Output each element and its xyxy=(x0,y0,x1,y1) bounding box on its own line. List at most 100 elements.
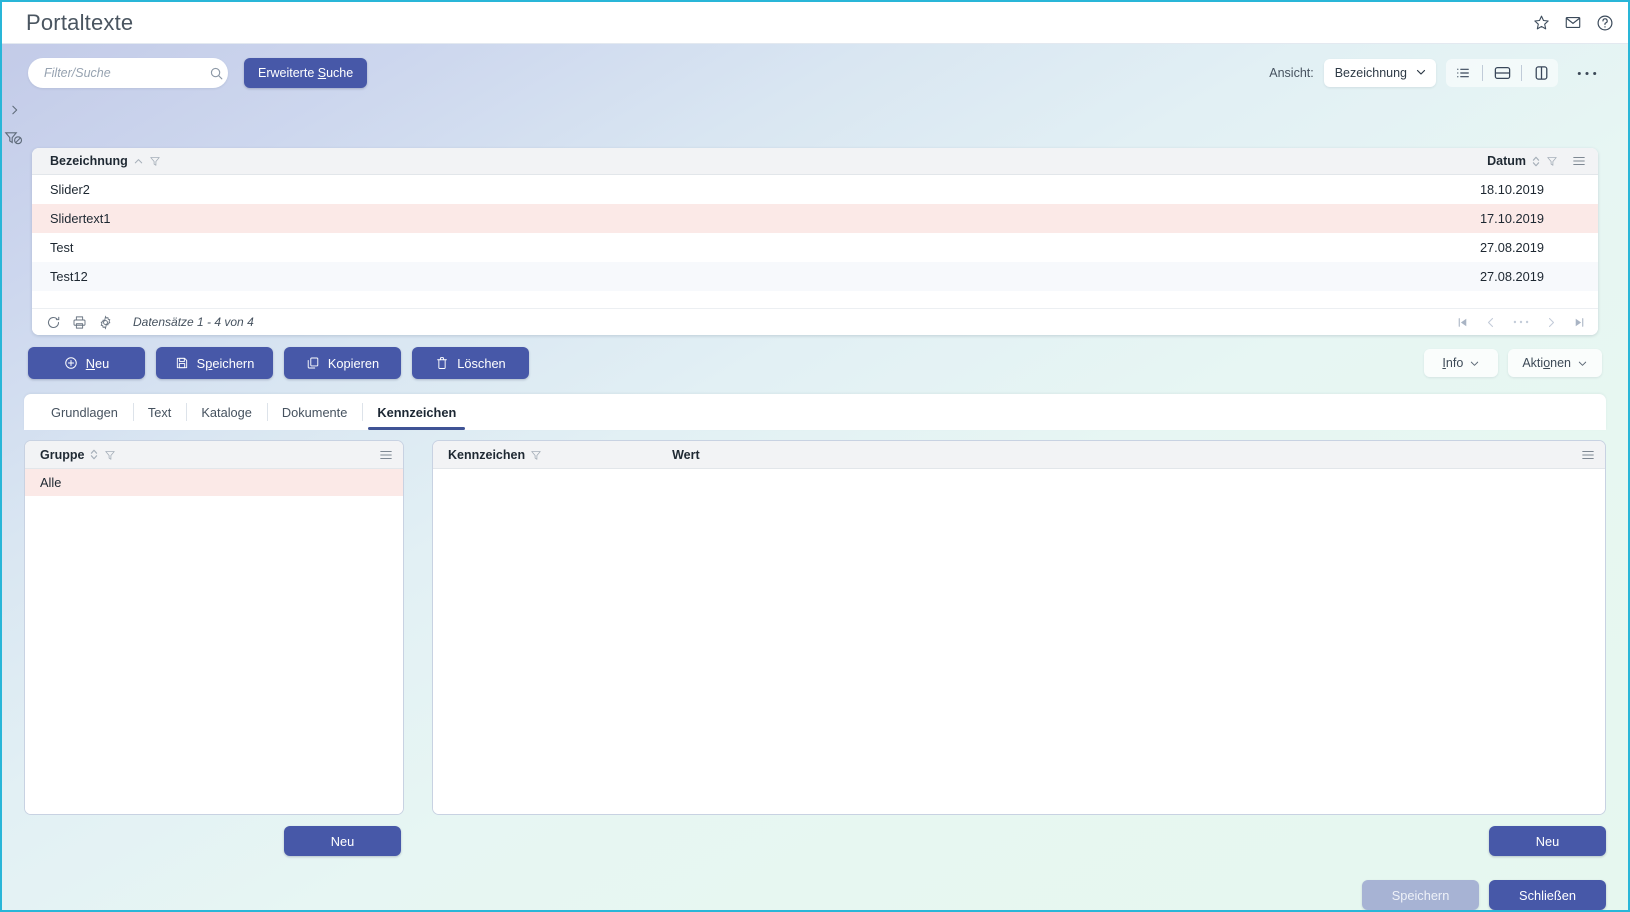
mail-icon[interactable] xyxy=(1564,14,1582,31)
advanced-search-label: Erweiterte Suche xyxy=(258,66,354,80)
grid-header-row: Bezeichnung Datum xyxy=(32,148,1598,175)
filter-icon[interactable] xyxy=(104,449,116,461)
search-icon[interactable] xyxy=(209,66,224,81)
copy-button-label: Kopieren xyxy=(327,355,380,371)
kennzeichen-column-label: Kennzeichen xyxy=(448,447,526,462)
tab-grundlagen-label: Grundlagen xyxy=(51,404,118,420)
titlebar: Portaltexte xyxy=(2,2,1628,44)
grid-footer-icons xyxy=(46,314,113,330)
cell-bezeichnung: Test xyxy=(50,240,74,255)
delete-button[interactable]: Löschen xyxy=(412,347,529,379)
kennzeichen-panel-header: Kennzeichen Wert xyxy=(433,441,1605,469)
more-options-button[interactable] xyxy=(1572,59,1602,87)
next-page-icon[interactable] xyxy=(1545,316,1557,329)
view-label: Ansicht: xyxy=(1269,66,1314,80)
filter-icon[interactable] xyxy=(149,155,161,167)
chevron-down-icon xyxy=(1415,66,1427,81)
tab-bar: Grundlagen Text Kataloge Dokumente Kennz… xyxy=(24,394,1606,430)
action-bar-right: Info Aktionen xyxy=(1424,349,1602,377)
gruppe-panel-body: Alle xyxy=(25,469,403,814)
cell-datum: 27.08.2019 xyxy=(1479,240,1544,255)
cell-bezeichnung: Slidertext1 xyxy=(50,211,111,226)
grid-column-menu-icon[interactable] xyxy=(1572,155,1586,167)
kennzeichen-new-button-label: Neu xyxy=(1535,833,1560,849)
tab-dokumente[interactable]: Dokumente xyxy=(266,394,362,430)
search-input[interactable] xyxy=(42,65,209,81)
record-count-label: Datensätze 1 - 4 von 4 xyxy=(133,315,254,329)
filter-icon[interactable] xyxy=(1546,155,1558,167)
toggle-separator xyxy=(1482,65,1483,81)
search-box[interactable] xyxy=(28,58,228,88)
column-header-bezeichnung-label: Bezeichnung xyxy=(50,154,128,168)
footer-close-button[interactable]: Schließen xyxy=(1489,880,1606,910)
save-button[interactable]: Speichern xyxy=(156,347,273,379)
kennzeichen-new-button[interactable]: Neu xyxy=(1489,826,1606,856)
footer-save-label: Speichern xyxy=(1391,887,1450,903)
application-window: Portaltexte Filter/Suche Erweiterte Such… xyxy=(0,0,1630,912)
tab-kennzeichen-label: Kennzeichen xyxy=(377,404,457,420)
toggle-separator xyxy=(1521,65,1522,81)
view-mode-split-horizontal-icon[interactable] xyxy=(1485,59,1519,87)
new-button[interactable]: Neu xyxy=(28,347,145,379)
help-icon[interactable] xyxy=(1596,14,1614,32)
new-button-label: Neu xyxy=(85,355,110,371)
toolbar-right-group: Ansicht: Bezeichnung xyxy=(1269,59,1602,87)
sort-none-icon[interactable] xyxy=(1531,155,1541,168)
gruppe-panel: Gruppe Alle xyxy=(24,440,404,815)
table-row[interactable]: Slidertext1 17.10.2019 xyxy=(32,204,1598,233)
sort-none-icon[interactable] xyxy=(89,448,99,461)
titlebar-icon-group xyxy=(1533,14,1614,32)
grid-footer: Datensätze 1 - 4 von 4 xyxy=(32,308,1598,335)
gruppe-item-label: Alle xyxy=(40,475,62,490)
table-row[interactable]: Test12 27.08.2019 xyxy=(32,262,1598,291)
tab-text-label: Text xyxy=(147,404,172,420)
cell-bezeichnung: Test12 xyxy=(50,269,88,284)
ellipsis-icon[interactable] xyxy=(1513,319,1529,325)
copy-button[interactable]: Kopieren xyxy=(284,347,401,379)
gruppe-new-button-label: Neu xyxy=(330,833,355,849)
view-mode-split-vertical-icon[interactable] xyxy=(1524,59,1558,87)
content-area: Erweiterte Suche Ansicht: Bezeichnung xyxy=(2,44,1628,910)
filter-icon[interactable] xyxy=(530,449,542,461)
view-select[interactable]: Bezeichnung xyxy=(1323,59,1436,87)
tab-kennzeichen[interactable]: Kennzeichen xyxy=(362,394,471,430)
view-mode-list-icon[interactable] xyxy=(1446,59,1480,87)
first-page-icon[interactable] xyxy=(1456,316,1469,329)
gruppe-column-label: Gruppe xyxy=(40,447,85,462)
records-grid: Bezeichnung Datum Slider2 18.10.2019 Sli… xyxy=(32,148,1598,335)
footer-save-button[interactable]: Speichern xyxy=(1362,880,1479,910)
table-row[interactable]: Slider2 18.10.2019 xyxy=(32,175,1598,204)
gruppe-new-button[interactable]: Neu xyxy=(284,826,401,856)
tab-text[interactable]: Text xyxy=(132,394,186,430)
aktionen-button-label: Aktionen xyxy=(1522,356,1571,370)
column-header-datum[interactable]: Datum xyxy=(1487,154,1558,168)
kennzeichen-panel-body xyxy=(433,469,1605,814)
cell-datum: 17.10.2019 xyxy=(1479,211,1544,226)
print-icon[interactable] xyxy=(72,315,87,330)
star-icon[interactable] xyxy=(1533,14,1550,31)
tab-kataloge[interactable]: Kataloge xyxy=(186,394,267,430)
cell-datum: 27.08.2019 xyxy=(1479,269,1544,284)
grid-empty-space xyxy=(32,291,1598,308)
footer-close-label: Schließen xyxy=(1519,887,1576,903)
action-bar: Neu Speichern Kopieren Löschen Info Akti… xyxy=(28,347,1602,379)
clear-filter-icon[interactable] xyxy=(4,129,24,150)
gruppe-column-menu-icon[interactable] xyxy=(379,449,393,461)
kennzeichen-column-menu-icon[interactable] xyxy=(1581,449,1595,461)
tab-grundlagen[interactable]: Grundlagen xyxy=(36,394,133,430)
info-dropdown-button[interactable]: Info xyxy=(1424,349,1499,377)
list-item[interactable]: Alle xyxy=(25,469,403,496)
sort-ascending-icon[interactable] xyxy=(133,156,144,167)
table-row[interactable]: Test 27.08.2019 xyxy=(32,233,1598,262)
settings-icon[interactable] xyxy=(98,314,113,330)
column-header-datum-label: Datum xyxy=(1487,154,1526,168)
tab-kataloge-label: Kataloge xyxy=(201,404,252,420)
refresh-icon[interactable] xyxy=(46,315,61,330)
previous-page-icon[interactable] xyxy=(1485,316,1497,329)
last-page-icon[interactable] xyxy=(1573,316,1586,329)
expand-panel-icon[interactable] xyxy=(8,102,21,121)
column-header-bezeichnung[interactable]: Bezeichnung xyxy=(50,154,161,168)
advanced-search-button[interactable]: Erweiterte Suche xyxy=(244,58,368,88)
gruppe-panel-header: Gruppe xyxy=(25,441,403,469)
aktionen-dropdown-button[interactable]: Aktionen xyxy=(1508,349,1602,377)
